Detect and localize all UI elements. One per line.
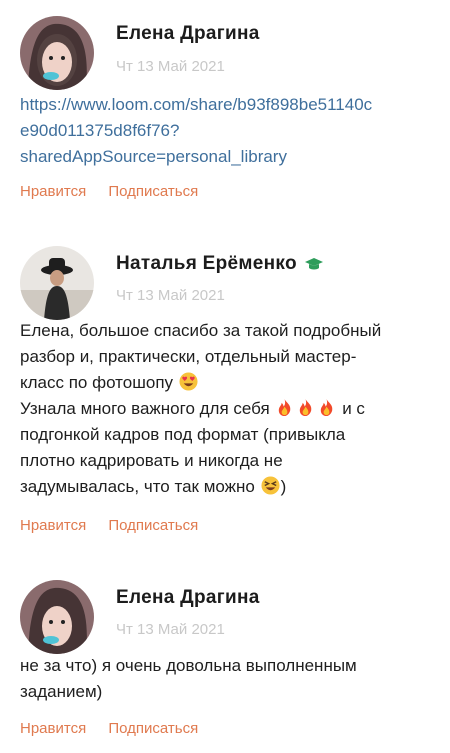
avatar[interactable] bbox=[20, 580, 94, 654]
comment-date: Чт 13 Май 2021 bbox=[116, 621, 225, 638]
laughing-emoji-icon bbox=[261, 476, 280, 495]
comment-line: подгонкой кадров под формат (привыкла bbox=[20, 425, 346, 444]
comment-body: https://www.loom.com/share/b93f898be5114… bbox=[20, 92, 440, 170]
comment-line: класс по фотошопу bbox=[20, 373, 174, 392]
comment-body: не за что) я очень довольна выполненным … bbox=[20, 653, 440, 705]
author-name[interactable]: Елена Драгина bbox=[116, 587, 260, 609]
comment-line: Елена, большое спасибо за такой подробны… bbox=[20, 321, 382, 340]
comment-actions: Нравится Подписаться bbox=[20, 183, 198, 200]
comment-body: Елена, большое спасибо за такой подробны… bbox=[20, 318, 440, 500]
comment-date: Чт 13 Май 2021 bbox=[116, 58, 225, 75]
subscribe-button[interactable]: Подписаться bbox=[108, 720, 198, 737]
link-line: https://www.loom.com/share/b93f898be5114… bbox=[20, 95, 373, 114]
comment-actions: Нравится Подписаться bbox=[20, 517, 198, 534]
subscribe-button[interactable]: Подписаться bbox=[108, 517, 198, 534]
comment-date: Чт 13 Май 2021 bbox=[116, 287, 225, 304]
comment-line: задумывалась, что так можно bbox=[20, 477, 255, 496]
link-line: sharedAppSource=personal_library bbox=[20, 147, 287, 166]
comment-actions: Нравится Подписаться bbox=[20, 720, 198, 737]
comment-line: и с bbox=[342, 399, 365, 418]
comment-line: не за что) я очень довольна выполненным bbox=[20, 656, 357, 675]
avatar[interactable] bbox=[20, 246, 94, 320]
fire-emoji-icon bbox=[300, 398, 312, 417]
comment-line: заданием) bbox=[20, 682, 103, 701]
comment-line: ) bbox=[280, 477, 287, 496]
comment-link[interactable]: https://www.loom.com/share/b93f898be5114… bbox=[20, 95, 372, 166]
comment-line: разбор и, практически, отдельный мастер- bbox=[20, 347, 357, 366]
link-line: e90d011375d8f6f76? bbox=[20, 121, 180, 140]
heart-eyes-emoji-icon bbox=[179, 372, 198, 391]
like-button[interactable]: Нравится bbox=[20, 720, 86, 737]
comment-line: Узнала много важного для себя bbox=[20, 399, 270, 418]
fire-emoji-icon bbox=[279, 398, 291, 417]
comment-line: плотно кадрировать и никогда не bbox=[20, 451, 283, 470]
subscribe-button[interactable]: Подписаться bbox=[108, 183, 198, 200]
author-name[interactable]: Наталья Ерёменко bbox=[116, 253, 324, 275]
avatar[interactable] bbox=[20, 16, 94, 90]
like-button[interactable]: Нравится bbox=[20, 517, 86, 534]
like-button[interactable]: Нравится bbox=[20, 183, 86, 200]
author-name[interactable]: Елена Драгина bbox=[116, 23, 260, 45]
fire-emoji-icon bbox=[321, 398, 333, 417]
author-name-text: Наталья Ерёменко bbox=[116, 253, 297, 274]
graduation-cap-icon bbox=[305, 257, 324, 270]
